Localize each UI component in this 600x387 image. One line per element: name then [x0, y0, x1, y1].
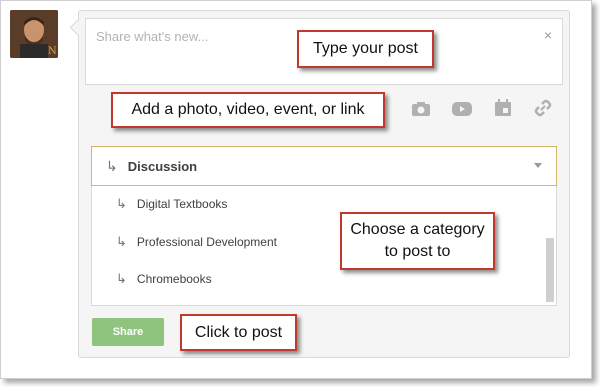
post-placeholder: Share what's new...	[96, 29, 209, 44]
svg-text:N: N	[48, 46, 57, 57]
category-option[interactable]: ↳ Chromebooks	[116, 269, 212, 289]
category-option[interactable]: ↳ Digital Textbooks	[116, 194, 227, 214]
close-icon[interactable]: ×	[544, 27, 552, 43]
category-option-label: Professional Development	[136, 235, 277, 249]
youtube-icon[interactable]	[451, 99, 473, 119]
category-option-label: Chromebooks	[136, 272, 212, 286]
calendar-icon[interactable]	[492, 98, 514, 118]
category-select[interactable]: ↳ Discussion	[91, 146, 557, 186]
category-arrow-icon: ↳	[106, 157, 118, 174]
category-arrow-icon: ↳	[116, 234, 127, 249]
avatar-photo: N	[10, 10, 58, 58]
category-option[interactable]: ↳ Professional Development	[116, 232, 277, 252]
chevron-down-icon[interactable]	[534, 163, 542, 168]
callout-click-post: Click to post	[180, 314, 297, 351]
avatar[interactable]: N	[10, 10, 58, 58]
callout-choose-category-line2: to post to	[384, 243, 451, 260]
category-option-label: Digital Textbooks	[136, 197, 228, 211]
callout-add-media-text: Add a photo, video, event, or link	[131, 101, 365, 118]
dropdown-scrollbar[interactable]	[546, 238, 554, 302]
callout-choose-category: Choose a category to post to	[340, 212, 495, 270]
category-arrow-icon: ↳	[116, 196, 127, 211]
link-icon[interactable]	[532, 98, 554, 118]
camera-icon[interactable]	[410, 99, 432, 119]
callout-type-post-text: Type your post	[313, 40, 418, 57]
share-button[interactable]: Share	[92, 318, 164, 346]
callout-type-post: Type your post	[297, 30, 434, 68]
callout-add-media: Add a photo, video, event, or link	[111, 92, 385, 128]
category-selected-label: Discussion	[127, 158, 198, 174]
callout-choose-category-line1: Choose a category	[350, 221, 485, 238]
category-arrow-icon: ↳	[116, 271, 127, 286]
callout-click-post-text: Click to post	[194, 323, 283, 341]
